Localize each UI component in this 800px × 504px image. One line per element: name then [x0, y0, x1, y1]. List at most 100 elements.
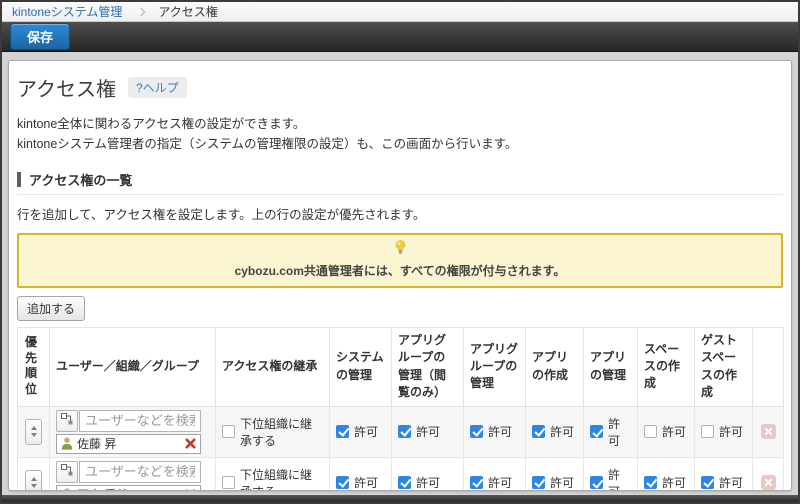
table-row: 田中 愛美 下位組織に継承する 許可 許可 許可 許可 許可 許可 許可 [17, 456, 784, 490]
lightbulb-icon [394, 239, 407, 255]
chevron-right-icon [137, 7, 146, 16]
permission-cell: 許可 [583, 405, 638, 458]
col-header-space-create: スペースの作成 [637, 327, 695, 407]
access-rights-table: 優先順位 ユーザー／組織／グループ アクセス権の継承 システムの管理 アプリグル… [17, 327, 784, 490]
delete-cell [752, 405, 784, 458]
breadcrumb-current: アクセス権 [158, 5, 218, 19]
page-title: アクセス権 [17, 79, 116, 101]
permission-checkbox[interactable] [701, 475, 714, 489]
permission-label: 許可 [550, 475, 575, 490]
permission-checkbox[interactable] [644, 475, 657, 489]
priority-spinner[interactable] [25, 469, 42, 490]
permission-label: 許可 [719, 475, 744, 490]
permission-checkbox[interactable] [644, 424, 657, 438]
help-link[interactable]: ?ヘルプ [128, 77, 187, 98]
access-table-body: 佐藤 昇下位組織に継承する許可許可許可許可許可許可許可田中 愛美下位組織に継承す… [17, 405, 784, 490]
bottom-bar [2, 495, 798, 502]
priority-cell [17, 405, 50, 458]
permission-label: 許可 [416, 475, 441, 490]
org-select-button[interactable] [56, 409, 78, 432]
spinner-down-icon [30, 484, 37, 489]
user-icon [61, 488, 73, 490]
inherit-checkbox[interactable] [222, 476, 235, 490]
permission-label: 許可 [608, 416, 621, 448]
add-row-button[interactable]: 追加する [17, 296, 86, 321]
section-header: アクセス権の一覧 [17, 170, 783, 195]
permission-label: 許可 [488, 424, 513, 439]
col-header-user-org-group: ユーザー／組織／グループ [49, 327, 216, 407]
permission-cell: 許可 [694, 405, 753, 458]
spinner-up-icon [30, 426, 37, 431]
permission-cell: 許可 [463, 405, 526, 458]
remove-user-button[interactable] [185, 438, 196, 449]
permission-checkbox[interactable] [398, 424, 411, 438]
user-name: 佐藤 昇 [77, 437, 117, 452]
table-header-row: 優先順位 ユーザー／組織／グループ アクセス権の継承 システムの管理 アプリグル… [17, 327, 784, 407]
col-header-app-create: アプリの作成 [525, 327, 584, 407]
permission-label: 許可 [608, 467, 621, 490]
section-title: アクセス権の一覧 [29, 173, 133, 188]
delete-row-button[interactable] [760, 475, 776, 490]
permission-label: 許可 [550, 424, 575, 439]
permission-checkbox[interactable] [336, 424, 349, 438]
breadcrumb-link-system-admin[interactable]: kintoneシステム管理 [12, 3, 122, 20]
user-cell: 田中 愛美 [49, 456, 216, 490]
inherit-label: 下位組織に継承する [240, 467, 313, 490]
inheritance-cell: 下位組織に継承する [215, 456, 330, 490]
col-header-priority: 優先順位 [17, 327, 50, 407]
permission-cell: 許可 [583, 456, 638, 490]
org-tree-icon [60, 412, 74, 429]
save-button[interactable]: 保存 [10, 23, 71, 50]
permission-checkbox[interactable] [701, 424, 714, 438]
permission-label: 許可 [719, 424, 744, 439]
permission-checkbox[interactable] [532, 424, 545, 438]
col-header-delete [752, 327, 784, 407]
permission-cell: 許可 [329, 405, 392, 458]
delete-cell [752, 456, 784, 490]
delete-x-icon [764, 428, 772, 436]
permission-label: 許可 [354, 424, 379, 439]
delete-row-button[interactable] [760, 424, 776, 440]
user-search-input[interactable] [79, 460, 201, 483]
inherit-checkbox[interactable] [222, 425, 235, 439]
content-card: アクセス権 ?ヘルプ kintone全体に関わるアクセス権の設定ができます。 k… [8, 60, 792, 491]
permission-cell: 許可 [525, 456, 584, 490]
priority-cell [17, 456, 50, 490]
page-background: アクセス権 ?ヘルプ kintone全体に関わるアクセス権の設定ができます。 k… [2, 52, 798, 491]
org-select-button[interactable] [56, 460, 78, 483]
window-frame: kintoneシステム管理 アクセス権 保存 アクセス権 ?ヘルプ kinton… [0, 0, 800, 504]
permission-checkbox[interactable] [590, 476, 603, 490]
notice-box: cybozu.com共通管理者には、すべての権限が付与されます。 [17, 233, 783, 288]
selected-user-chip: 佐藤 昇 [56, 433, 201, 454]
description-line: kintone全体に関わるアクセス権の設定ができます。 [17, 117, 306, 131]
priority-spinner[interactable] [25, 418, 42, 445]
permission-checkbox[interactable] [590, 425, 603, 439]
permission-label: 許可 [416, 424, 441, 439]
remove-x-icon [185, 488, 196, 490]
permission-checkbox[interactable] [470, 424, 483, 438]
permission-checkbox[interactable] [398, 475, 411, 489]
user-search-input[interactable] [79, 409, 201, 432]
user-icon [61, 437, 73, 450]
col-header-app-admin: アプリの管理 [583, 327, 638, 407]
col-header-appgroup-admin: アプリグループの管理 [463, 327, 526, 407]
permission-checkbox[interactable] [336, 475, 349, 489]
org-tree-icon [60, 463, 74, 480]
table-row: 佐藤 昇 下位組織に継承する 許可 許可 許可 許可 許可 許可 許可 [17, 405, 784, 458]
permission-cell: 許可 [391, 456, 464, 490]
remove-x-icon [185, 437, 196, 452]
permission-cell: 許可 [329, 456, 392, 490]
permission-checkbox[interactable] [470, 475, 483, 489]
selected-user-chip: 田中 愛美 [56, 484, 201, 490]
section-note: 行を追加して、アクセス権を設定します。上の行の設定が優先されます。 [17, 208, 426, 222]
notice-text: cybozu.com共通管理者には、すべての権限が付与されます。 [234, 264, 566, 278]
delete-x-icon [764, 479, 772, 487]
col-header-appgroup-admin-viewonly: アプリグループの管理（閲覧のみ） [391, 327, 464, 407]
remove-user-button[interactable] [185, 488, 196, 490]
permission-label: 許可 [488, 475, 513, 490]
permission-label: 許可 [354, 475, 379, 490]
col-header-system-admin: システムの管理 [329, 327, 392, 407]
permission-checkbox[interactable] [532, 475, 545, 489]
permission-cell: 許可 [525, 405, 584, 458]
permission-label: 許可 [662, 475, 687, 490]
